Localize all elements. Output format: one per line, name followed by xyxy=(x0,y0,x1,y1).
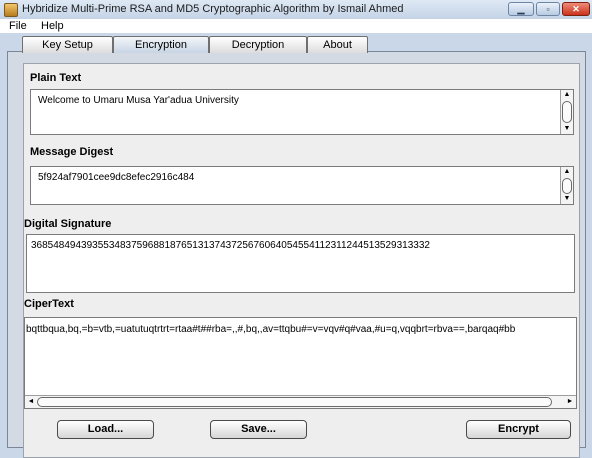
tab-about[interactable]: About xyxy=(307,36,368,53)
scroll-thumb[interactable] xyxy=(562,178,572,194)
menu-bar: File Help xyxy=(0,19,592,33)
window-title: Hybridize Multi-Prime RSA and MD5 Crypto… xyxy=(22,3,404,15)
encryption-panel: Plain Text Welcome to Umaru Musa Yar'adu… xyxy=(7,51,586,458)
digital-signature-value: 3685484943935534837596881876513137437256… xyxy=(31,240,430,251)
encrypt-button[interactable]: Encrypt xyxy=(466,420,571,439)
scroll-right-icon[interactable]: ► xyxy=(564,396,576,408)
scroll-down-icon[interactable]: ▼ xyxy=(561,124,573,134)
plain-text-area[interactable]: Welcome to Umaru Musa Yar'adua Universit… xyxy=(30,89,574,135)
tab-key-setup[interactable]: Key Setup xyxy=(22,36,113,53)
load-button[interactable]: Load... xyxy=(57,420,154,439)
menu-file[interactable]: File xyxy=(9,19,27,33)
cipher-text-label: CiperText xyxy=(24,298,74,310)
tab-decryption[interactable]: Decryption xyxy=(209,36,307,53)
title-bar: Hybridize Multi-Prime RSA and MD5 Crypto… xyxy=(0,0,592,20)
minimize-icon: ▁ xyxy=(517,4,525,14)
cipher-text-value: bqttbqua,bq,=b=vtb,=uatutuqtrtrt=rtaa#t#… xyxy=(26,324,516,335)
message-digest-value: 5f924af7901cee9dc8efec2916c484 xyxy=(38,172,195,183)
close-icon: ✕ xyxy=(572,4,580,14)
plain-text-label: Plain Text xyxy=(30,72,82,84)
cipher-text-hscrollbar[interactable]: ◄ ► xyxy=(25,395,576,408)
scroll-thumb[interactable] xyxy=(562,101,572,123)
digital-signature-area[interactable]: 3685484943935534837596881876513137437256… xyxy=(26,234,575,293)
message-digest-scrollbar[interactable]: ▲ ▼ xyxy=(560,167,573,204)
message-digest-label: Message Digest xyxy=(30,146,114,158)
maximize-button[interactable]: ▫ xyxy=(536,2,560,16)
scroll-up-icon[interactable]: ▲ xyxy=(561,167,573,177)
app-icon xyxy=(4,3,18,17)
close-button[interactable]: ✕ xyxy=(562,2,590,16)
plain-text-scrollbar[interactable]: ▲ ▼ xyxy=(560,90,573,134)
scroll-up-icon[interactable]: ▲ xyxy=(561,90,573,100)
menu-help[interactable]: Help xyxy=(41,19,64,33)
save-button[interactable]: Save... xyxy=(210,420,307,439)
scroll-left-icon[interactable]: ◄ xyxy=(25,396,37,408)
encryption-form: Plain Text Welcome to Umaru Musa Yar'adu… xyxy=(23,63,580,458)
tab-encryption[interactable]: Encryption xyxy=(113,36,209,53)
digital-signature-label: Digital Signature xyxy=(24,218,112,230)
maximize-icon: ▫ xyxy=(546,4,550,14)
scroll-down-icon[interactable]: ▼ xyxy=(561,194,573,204)
plain-text-value: Welcome to Umaru Musa Yar'adua Universit… xyxy=(38,95,239,106)
message-digest-area[interactable]: 5f924af7901cee9dc8efec2916c484 ▲ ▼ xyxy=(30,166,574,205)
cipher-text-area[interactable]: bqttbqua,bq,=b=vtb,=uatutuqtrtrt=rtaa#t#… xyxy=(24,317,577,409)
scroll-thumb[interactable] xyxy=(37,397,552,407)
minimize-button[interactable]: ▁ xyxy=(508,2,534,16)
